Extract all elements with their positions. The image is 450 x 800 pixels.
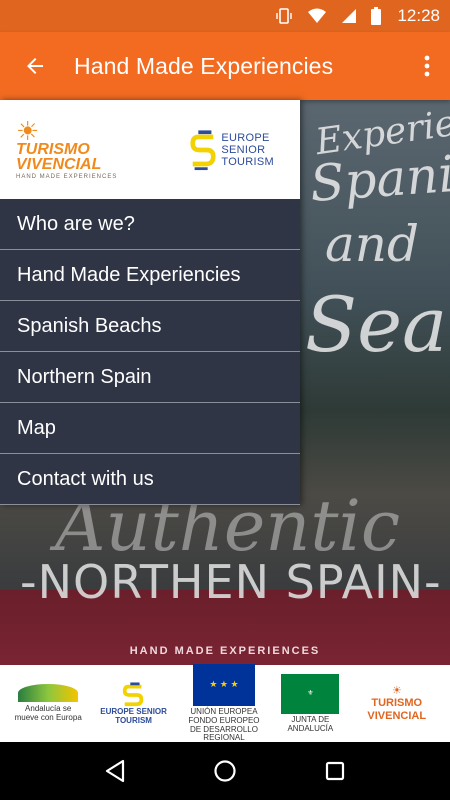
sun-icon: ☀ bbox=[16, 115, 40, 146]
system-nav-bar bbox=[0, 742, 450, 800]
est-word-2: SENIOR bbox=[221, 143, 266, 156]
status-bar: 12:28 bbox=[0, 0, 450, 32]
est-logo-words: EUROPE SENIOR TOURISM bbox=[221, 132, 274, 168]
drawer-item-hand-made-experiencies[interactable]: Hand Made Experiencies bbox=[0, 250, 300, 301]
back-button[interactable] bbox=[0, 32, 70, 100]
triangle-back-icon bbox=[105, 759, 125, 783]
andalucia-wave-icon bbox=[18, 684, 79, 703]
clock: 12:28 bbox=[397, 6, 440, 25]
sponsor-logos: Andalucía se mueve con Europa EUROPE SEN… bbox=[0, 663, 450, 743]
junta-caption: JUNTA DE ANDALUCÍA bbox=[287, 714, 334, 733]
eu-stars-icon: ★ ★ ★ bbox=[192, 663, 255, 706]
est-logo: EUROPE SENIOR TOURISM bbox=[98, 682, 170, 726]
junta-shield-icon: ⚜ bbox=[281, 673, 340, 714]
page-title: Hand Made Experiencies bbox=[74, 52, 334, 79]
est-word-1: EUROPE bbox=[221, 131, 270, 144]
est-caption: EUROPE SENIOR TOURISM bbox=[100, 706, 167, 725]
tv-sun-icon: ☀ bbox=[391, 685, 402, 698]
est-s-icon bbox=[189, 128, 217, 172]
tv-caption: TURISMO VIVENCIAL bbox=[367, 697, 427, 722]
circle-home-icon bbox=[214, 760, 236, 782]
vibrate-icon bbox=[275, 7, 293, 25]
est-word-3: TOURISM bbox=[221, 155, 274, 168]
arrow-back-icon bbox=[27, 58, 43, 74]
eu-caption: UNIÓN EUROPEA FONDO EUROPEO DE DESARROLL… bbox=[188, 706, 260, 743]
drawer-item-spanish-beachs[interactable]: Spanish Beachs bbox=[0, 301, 300, 352]
poster-band-text: HAND MADE EXPERIENCES bbox=[129, 645, 321, 657]
drawer-item-who-are-we[interactable]: Who are we? bbox=[0, 199, 300, 250]
drawer-item-contact[interactable]: Contact with us bbox=[0, 454, 300, 505]
battery-icon bbox=[371, 7, 382, 25]
turismo-vivencial-logo: ☀ TURISMO VIVENCIAL HAND MADE EXPERIENCE… bbox=[16, 115, 136, 180]
drawer-header: ☀ TURISMO VIVENCIAL HAND MADE EXPERIENCE… bbox=[0, 100, 300, 199]
junta-logo: ⚜ JUNTA DE ANDALUCÍA bbox=[278, 673, 342, 734]
eu-logo: ★ ★ ★ UNIÓN EUROPEA FONDO EUROPEO DE DES… bbox=[184, 663, 264, 743]
navigation-drawer: ☀ TURISMO VIVENCIAL HAND MADE EXPERIENCE… bbox=[0, 100, 300, 505]
nav-back-button[interactable] bbox=[90, 746, 140, 796]
nav-recents-button[interactable] bbox=[310, 746, 360, 796]
overflow-menu-button[interactable] bbox=[404, 32, 450, 100]
signal-icon bbox=[341, 8, 357, 24]
more-vertical-icon bbox=[424, 55, 430, 77]
poster-text-and: and bbox=[325, 215, 420, 273]
est-mark-icon bbox=[122, 682, 143, 706]
andalucia-caption: Andalucía se mueve con Europa bbox=[14, 704, 82, 722]
poster-text-northen-spain: -NORTHEN SPAIN- bbox=[20, 555, 442, 609]
drawer-item-northern-spain[interactable]: Northern Spain bbox=[0, 352, 300, 403]
wifi-icon bbox=[307, 8, 327, 24]
tv-logo-footer: ☀ TURISMO VIVENCIAL bbox=[357, 685, 437, 721]
square-recents-icon bbox=[325, 761, 345, 781]
nav-home-button[interactable] bbox=[200, 746, 250, 796]
drawer-item-map[interactable]: Map bbox=[0, 403, 300, 454]
app-bar: Hand Made Experiencies bbox=[0, 32, 450, 100]
tv-logo-name: TURISMO VIVENCIAL bbox=[16, 140, 102, 173]
andalucia-logo: Andalucía se mueve con Europa bbox=[13, 684, 83, 723]
europe-senior-tourism-logo: EUROPE SENIOR TOURISM bbox=[189, 128, 274, 172]
poster-text-sea: Sea bbox=[305, 280, 448, 369]
tv-logo-tagline: HAND MADE EXPERIENCES bbox=[16, 173, 118, 180]
